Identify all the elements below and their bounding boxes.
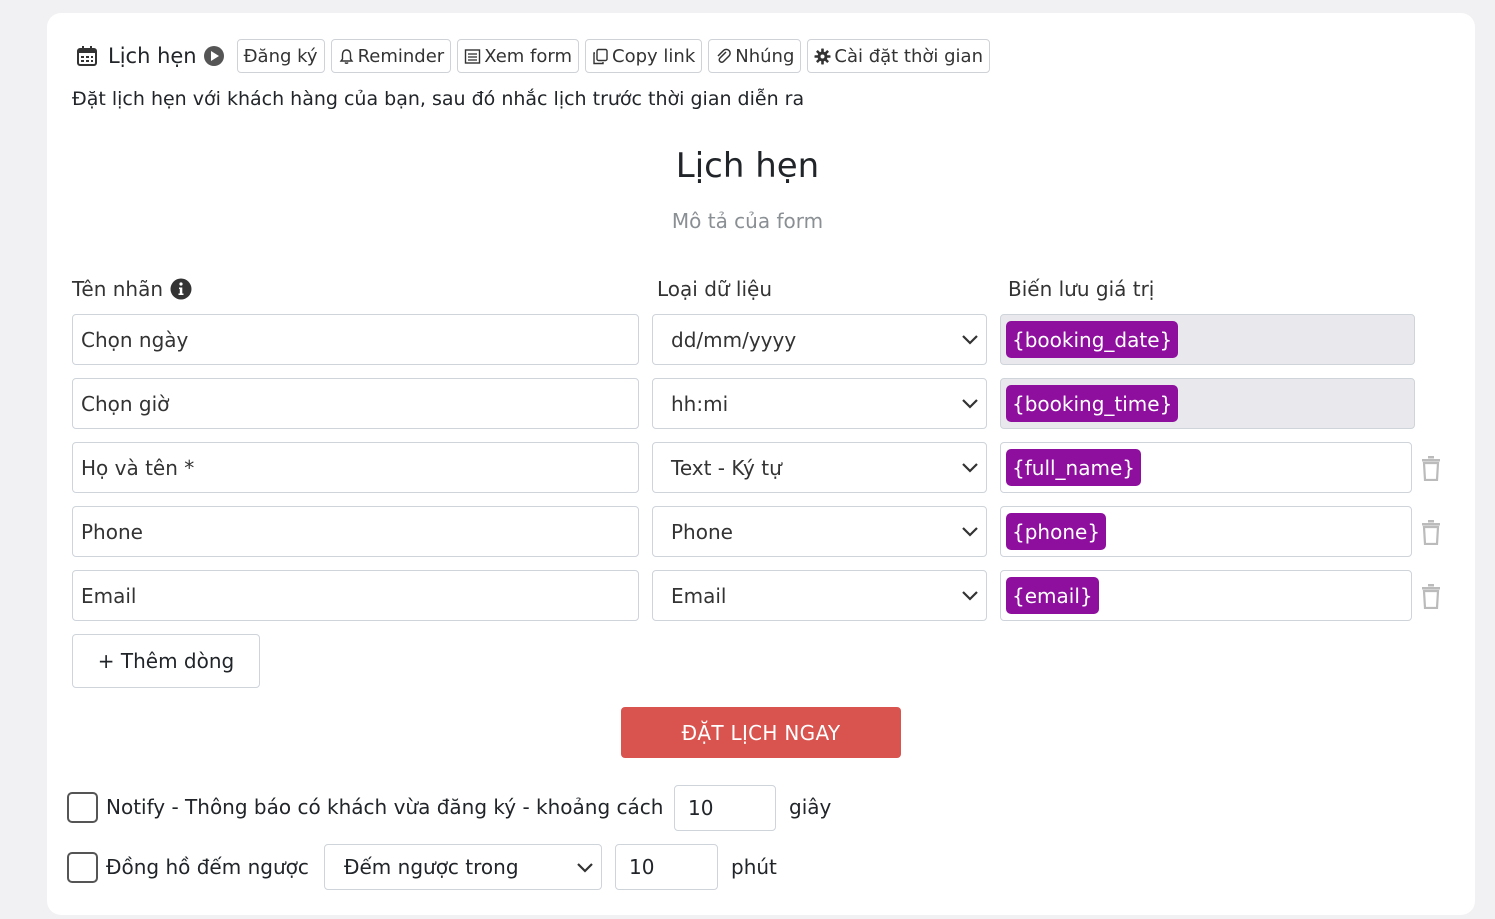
paperclip-icon <box>717 48 732 63</box>
bell-icon <box>339 48 353 64</box>
add-row-button[interactable]: + Thêm dòng <box>72 634 260 688</box>
chevron-down-icon <box>962 463 978 473</box>
copy-icon <box>593 48 608 64</box>
data-type-select-value: Phone <box>671 519 733 544</box>
column-header-label-text: Tên nhãn <box>72 277 164 301</box>
countdown-mode-value: Đếm ngược trong <box>344 855 519 879</box>
label-input-text: Họ và tên * <box>81 455 195 480</box>
label-input[interactable]: Chọn giờ <box>72 378 639 429</box>
notify-label: Notify - Thông báo có khách vừa đăng ký … <box>106 795 664 819</box>
reminder-button-label: Reminder <box>357 45 445 67</box>
chevron-down-icon <box>962 527 978 537</box>
chevron-down-icon <box>962 399 978 409</box>
trash-icon[interactable] <box>1420 583 1442 609</box>
countdown-mode-select[interactable]: Đếm ngược trong <box>324 844 602 890</box>
notify-checkbox[interactable] <box>67 792 98 823</box>
notify-unit: giây <box>789 795 832 819</box>
data-type-select-value: hh:mi <box>671 391 729 416</box>
gear-icon <box>814 48 831 64</box>
variable-chip: {full_name} <box>1006 449 1141 486</box>
page-description: Đặt lịch hẹn với khách hàng của bạn, sau… <box>72 88 805 110</box>
data-type-select-value: Text - Ký tự <box>671 455 782 480</box>
variable-field[interactable]: {email} <box>1000 570 1412 621</box>
variable-field: {booking_time} <box>1000 378 1415 429</box>
label-input-text: Chọn giờ <box>81 391 170 416</box>
column-header-label: Tên nhãn <box>72 277 192 301</box>
data-type-select[interactable]: dd/mm/yyyy <box>652 314 987 365</box>
data-type-select[interactable]: Phone <box>652 506 987 557</box>
countdown-value-input[interactable]: 10 <box>615 844 718 890</box>
label-input[interactable]: Họ và tên * <box>72 442 639 493</box>
register-button-label: Đăng ký <box>243 45 318 67</box>
data-type-select[interactable]: hh:mi <box>652 378 987 429</box>
embed-button-label: Nhúng <box>735 45 795 67</box>
label-input[interactable]: Email <box>72 570 639 621</box>
data-type-select[interactable]: Email <box>652 570 987 621</box>
copy-link-button-label: Copy link <box>612 45 696 67</box>
variable-chip: {booking_date} <box>1006 321 1179 358</box>
countdown-unit: phút <box>731 855 777 879</box>
register-button[interactable]: Đăng ký <box>236 39 325 73</box>
variable-chip: {phone} <box>1006 513 1107 550</box>
countdown-label: Đồng hồ đếm ngược <box>106 855 309 879</box>
variable-chip: {email} <box>1006 577 1099 614</box>
variable-field[interactable]: {phone} <box>1000 506 1412 557</box>
list-icon <box>465 48 481 64</box>
notify-interval-value: 10 <box>688 796 714 820</box>
form-title[interactable]: Lịch hẹn <box>0 146 1495 186</box>
countdown-checkbox[interactable] <box>67 852 98 883</box>
column-header-variable: Biến lưu giá trị <box>1008 277 1155 301</box>
data-type-select-value: Email <box>671 583 727 608</box>
book-now-button[interactable]: ĐẶT LỊCH NGAY <box>621 707 901 758</box>
trash-icon[interactable] <box>1420 519 1442 545</box>
form-subtitle[interactable]: Mô tả của form <box>0 209 1495 233</box>
column-header-type: Loại dữ liệu <box>657 277 773 301</box>
chevron-down-icon <box>962 591 978 601</box>
toolbar: Lịch hẹn Đăng ký Reminder Xem form Copy … <box>76 38 990 74</box>
notify-interval-input[interactable]: 10 <box>674 785 776 831</box>
label-input[interactable]: Phone <box>72 506 639 557</box>
time-settings-button-label: Cài đặt thời gian <box>834 45 983 67</box>
chevron-down-icon <box>577 863 593 873</box>
page-title: Lịch hẹn <box>76 44 225 68</box>
view-form-button-label: Xem form <box>484 45 573 67</box>
label-input[interactable]: Chọn ngày <box>72 314 639 365</box>
label-input-text: Chọn ngày <box>81 327 189 352</box>
view-form-button[interactable]: Xem form <box>457 39 580 73</box>
info-icon[interactable] <box>170 278 192 300</box>
variable-field[interactable]: {full_name} <box>1000 442 1412 493</box>
data-type-select[interactable]: Text - Ký tự <box>652 442 987 493</box>
time-settings-button[interactable]: Cài đặt thời gian <box>807 39 990 73</box>
variable-field: {booking_date} <box>1000 314 1415 365</box>
label-input-text: Email <box>81 583 137 608</box>
play-icon[interactable] <box>203 45 225 67</box>
page-title-text: Lịch hẹn <box>108 44 197 68</box>
data-type-select-value: dd/mm/yyyy <box>671 327 797 352</box>
reminder-button[interactable]: Reminder <box>330 39 452 73</box>
countdown-value: 10 <box>629 855 655 879</box>
calendar-icon <box>77 46 97 66</box>
copy-link-button[interactable]: Copy link <box>585 39 703 73</box>
variable-chip: {booking_time} <box>1006 385 1179 422</box>
embed-button[interactable]: Nhúng <box>708 39 802 73</box>
label-input-text: Phone <box>81 519 143 544</box>
trash-icon[interactable] <box>1420 455 1442 481</box>
chevron-down-icon <box>962 335 978 345</box>
